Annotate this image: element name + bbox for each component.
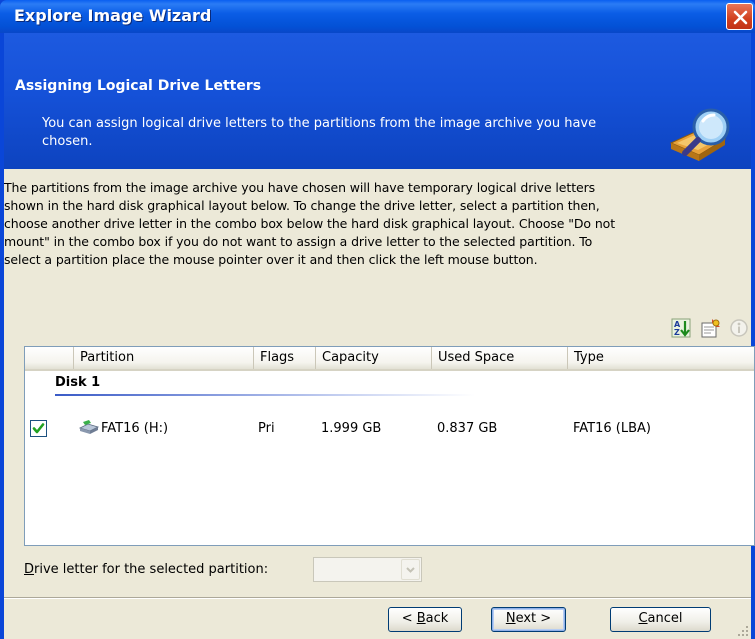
partition-drive-icon bbox=[79, 420, 99, 434]
partition-type: FAT16 (LBA) bbox=[573, 421, 651, 436]
header-description: You can assign logical drive letters to … bbox=[42, 116, 597, 149]
intro-line: The partitions from the image archive yo… bbox=[4, 180, 596, 195]
info-icon[interactable] bbox=[729, 318, 749, 338]
resize-grip-icon[interactable] bbox=[737, 625, 749, 637]
partition-list[interactable]: Partition Flags Capacity Used Space Type… bbox=[24, 346, 755, 546]
column-header-check[interactable] bbox=[25, 347, 73, 369]
disk-label: Disk 1 bbox=[55, 375, 101, 390]
title-bar[interactable]: Explore Image Wizard bbox=[0, 0, 755, 33]
column-header-used-space[interactable]: Used Space bbox=[431, 347, 567, 369]
check-icon bbox=[32, 423, 45, 434]
partition-capacity: 1.999 GB bbox=[321, 421, 382, 436]
next-button-mnemonic: N bbox=[505, 611, 516, 626]
footer-divider bbox=[4, 597, 751, 599]
close-icon bbox=[733, 10, 748, 25]
partition-checkbox[interactable] bbox=[30, 420, 47, 437]
combo-dropdown-button[interactable] bbox=[401, 559, 420, 580]
disk-separator bbox=[55, 394, 475, 396]
svg-text:Z: Z bbox=[674, 328, 680, 337]
back-button-text: ack bbox=[425, 611, 449, 626]
cancel-button[interactable]: Cancel bbox=[610, 607, 711, 632]
drive-letter-label: Drive letter for the selected partition: bbox=[24, 562, 268, 577]
drive-letter-combo[interactable] bbox=[313, 557, 422, 582]
sort-icon[interactable]: A Z bbox=[671, 318, 691, 338]
column-header-capacity[interactable]: Capacity bbox=[315, 347, 431, 369]
window-title: Explore Image Wizard bbox=[14, 6, 212, 25]
header-title: Assigning Logical Drive Letters bbox=[15, 78, 262, 94]
cancel-button-text: ancel bbox=[647, 611, 683, 626]
intro-line: mount" in the combo box if you do not wa… bbox=[4, 234, 593, 249]
properties-icon[interactable] bbox=[701, 318, 721, 338]
chevron-down-icon bbox=[406, 567, 415, 573]
partition-flags: Pri bbox=[258, 421, 275, 436]
column-header-flags[interactable]: Flags bbox=[253, 347, 315, 369]
back-button-mnemonic: B bbox=[416, 611, 426, 626]
intro-line: shown in the hard disk graphical layout … bbox=[4, 198, 600, 213]
list-header: Partition Flags Capacity Used Space Type bbox=[25, 347, 754, 371]
column-header-partition[interactable]: Partition bbox=[73, 347, 253, 369]
wizard-header: Assigning Logical Drive Letters You can … bbox=[4, 33, 751, 169]
close-button[interactable] bbox=[726, 3, 753, 30]
next-button-text: ext > bbox=[515, 611, 552, 626]
partition-name: FAT16 (H:) bbox=[101, 421, 169, 436]
explore-image-icon bbox=[669, 108, 730, 161]
partition-used-space: 0.837 GB bbox=[437, 421, 498, 436]
dialog-client-area: Assigning Logical Drive Letters You can … bbox=[4, 33, 755, 639]
wizard-body: The partitions from the image archive yo… bbox=[4, 169, 755, 639]
drive-letter-label-text: rive letter for the selected partition: bbox=[34, 562, 269, 577]
drive-letter-label-mnemonic: D bbox=[24, 562, 35, 577]
back-button[interactable]: < Back bbox=[388, 607, 462, 632]
back-button-prefix: < bbox=[401, 611, 417, 626]
wizard-window: Explore Image Wizard Assigning Logical D… bbox=[0, 0, 755, 639]
intro-line: choose another drive letter in the combo… bbox=[4, 216, 616, 231]
column-header-type[interactable]: Type bbox=[567, 347, 754, 369]
intro-text: The partitions from the image archive yo… bbox=[4, 179, 749, 269]
intro-line: select a partition place the mouse point… bbox=[4, 252, 538, 267]
cancel-button-mnemonic: C bbox=[638, 611, 648, 626]
next-button[interactable]: Next > bbox=[491, 607, 566, 632]
